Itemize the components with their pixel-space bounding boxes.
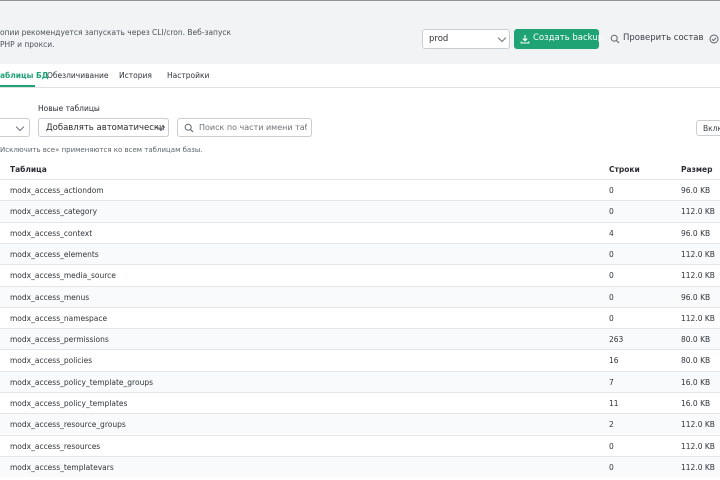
- table-row[interactable]: modx_access_policy_templates 11 16.0 KB: [0, 392, 720, 413]
- new-tables-label: Новые таблицы: [38, 104, 100, 113]
- table-row[interactable]: modx_access_policies 16 80.0 KB: [0, 349, 720, 370]
- environment-select[interactable]: prod: [422, 29, 510, 49]
- notice-line-2: PHP и прокси.: [0, 40, 55, 49]
- table-size: 112.0 KB: [681, 462, 715, 472]
- table-name: modx_access_menus: [10, 292, 90, 302]
- table-size: 96.0 KB: [681, 186, 711, 195]
- row-count: 4: [609, 228, 614, 238]
- column-header-size: Размер: [681, 165, 713, 174]
- table-row[interactable]: modx_access_resources 0 112.0 KB: [0, 434, 720, 456]
- new-tables-select-value: Добавлять автоматически: [46, 123, 165, 133]
- table-row[interactable]: modx_access_templatevars 0 112.0 KB: [0, 455, 720, 477]
- left-select[interactable]: [0, 118, 30, 137]
- table-header: Таблица Строки Размер: [0, 163, 720, 179]
- row-count: 0: [609, 441, 614, 451]
- table-size: 16.0 KB: [681, 377, 711, 387]
- row-count: 0: [609, 313, 614, 323]
- table-name: modx_access_policies: [10, 356, 93, 366]
- table-name: modx_access_resource_groups: [10, 420, 126, 430]
- table-name: modx_access_templatevars: [10, 462, 114, 472]
- row-count: 0: [609, 207, 614, 217]
- table-size: 112.0 KB: [681, 313, 715, 323]
- tab-settings[interactable]: Настройки: [167, 71, 209, 80]
- table-row[interactable]: modx_access_menus 0 96.0 KB: [0, 285, 720, 307]
- include-all-button[interactable]: Вклю: [696, 120, 720, 136]
- row-count: 11: [609, 399, 619, 408]
- table-size: 112.0 KB: [681, 271, 715, 281]
- top-toolbar: опии рекомендуется запускать через CLI/c…: [0, 0, 720, 64]
- table-size: 80.0 KB: [681, 356, 711, 366]
- table-name: modx_access_actiondom: [10, 186, 104, 195]
- verify-button[interactable]: [707, 29, 720, 49]
- column-header-rows: Строки: [609, 165, 640, 174]
- table-search-placeholder: Поиск по части имени табли: [199, 123, 307, 132]
- table-row[interactable]: modx_access_namespace 0 112.0 KB: [0, 306, 720, 328]
- row-count: 0: [609, 186, 614, 195]
- table-size: 16.0 KB: [681, 399, 711, 408]
- row-count: 16: [609, 356, 619, 366]
- table-name: modx_access_permissions: [10, 335, 109, 345]
- row-count: 2: [609, 420, 614, 430]
- table-search-input[interactable]: Поиск по части имени табли: [177, 118, 312, 137]
- table-row[interactable]: modx_access_actiondom 0 96.0 KB: [0, 179, 720, 200]
- search-icon: [610, 34, 620, 44]
- chevron-down-icon: [497, 33, 507, 43]
- tables-list: modx_access_actiondom 0 96.0 KB modx_acces…: [0, 179, 720, 480]
- row-count: 7: [609, 377, 614, 387]
- table-name: modx_access_context: [10, 228, 93, 238]
- table-name: modx_access_policy_templates: [10, 399, 128, 408]
- table-row[interactable]: modx_access_elements 0 112.0 KB: [0, 242, 720, 264]
- table-size: 112.0 KB: [681, 420, 715, 430]
- cli-notice: опии рекомендуется запускать через CLI/c…: [0, 27, 232, 51]
- table-name: modx_access_category: [10, 207, 98, 217]
- check-composition-button[interactable]: Проверить состав: [610, 29, 704, 49]
- create-backup-label: Создать backup: [533, 33, 604, 43]
- tab-db-tables[interactable]: аблицы БД: [0, 71, 48, 80]
- column-header-table: Таблица: [10, 165, 47, 174]
- table-name: modx_access_policy_template_groups: [10, 377, 153, 387]
- table-size: 96.0 KB: [681, 292, 711, 302]
- table-name: modx_access_namespace: [10, 313, 108, 323]
- search-icon: [184, 123, 194, 133]
- table-size: 80.0 KB: [681, 335, 711, 345]
- check-composition-label: Проверить состав: [623, 33, 704, 43]
- create-backup-button[interactable]: Создать backup: [514, 29, 603, 49]
- environment-select-value: prod: [429, 34, 449, 44]
- row-count: 0: [609, 292, 614, 302]
- table-size: 112.0 KB: [681, 207, 715, 217]
- table-row[interactable]: modx_access_permissions 263 80.0 KB: [0, 328, 720, 350]
- row-count: 0: [609, 249, 614, 259]
- table-row[interactable]: modx_access_category 0 112.0 KB: [0, 200, 720, 222]
- table-size: 112.0 KB: [681, 249, 715, 259]
- tab-bar: аблицы БД Обезличивание История Настройк…: [0, 64, 720, 88]
- row-count: 263: [609, 335, 624, 345]
- row-count: 0: [609, 462, 614, 472]
- row-count: 0: [609, 271, 614, 281]
- active-tab-indicator: [0, 85, 35, 87]
- table-row[interactable]: modx_access_context 4 96.0 KB: [0, 221, 720, 243]
- tab-history[interactable]: История: [119, 71, 152, 80]
- tab-anonymization[interactable]: Обезличивание: [47, 71, 109, 80]
- chevron-down-icon: [15, 122, 25, 132]
- table-size: 112.0 KB: [681, 441, 715, 451]
- bulk-actions-hint: Исключить все» применяются ко всем табли…: [0, 146, 203, 154]
- table-name: modx_access_media_source: [10, 271, 116, 281]
- table-name: modx_access_resources: [10, 441, 101, 451]
- new-tables-select[interactable]: Добавлять автоматически: [38, 118, 169, 137]
- table-row[interactable]: modx_access_policy_template_groups 7 16.0 …: [0, 370, 720, 392]
- check-circle-icon: [709, 34, 719, 44]
- include-all-label: Вклю: [703, 124, 720, 133]
- table-name: modx_access_elements: [10, 249, 99, 259]
- table-row[interactable]: modx_access_media_source 0 112.0 KB: [0, 264, 720, 285]
- notice-line-1: опии рекомендуется запускать через CLI/c…: [0, 28, 232, 37]
- table-size: 96.0 KB: [681, 228, 711, 238]
- table-row[interactable]: modx_access_resource_groups 2 112.0 KB: [0, 413, 720, 435]
- download-icon: [520, 35, 530, 44]
